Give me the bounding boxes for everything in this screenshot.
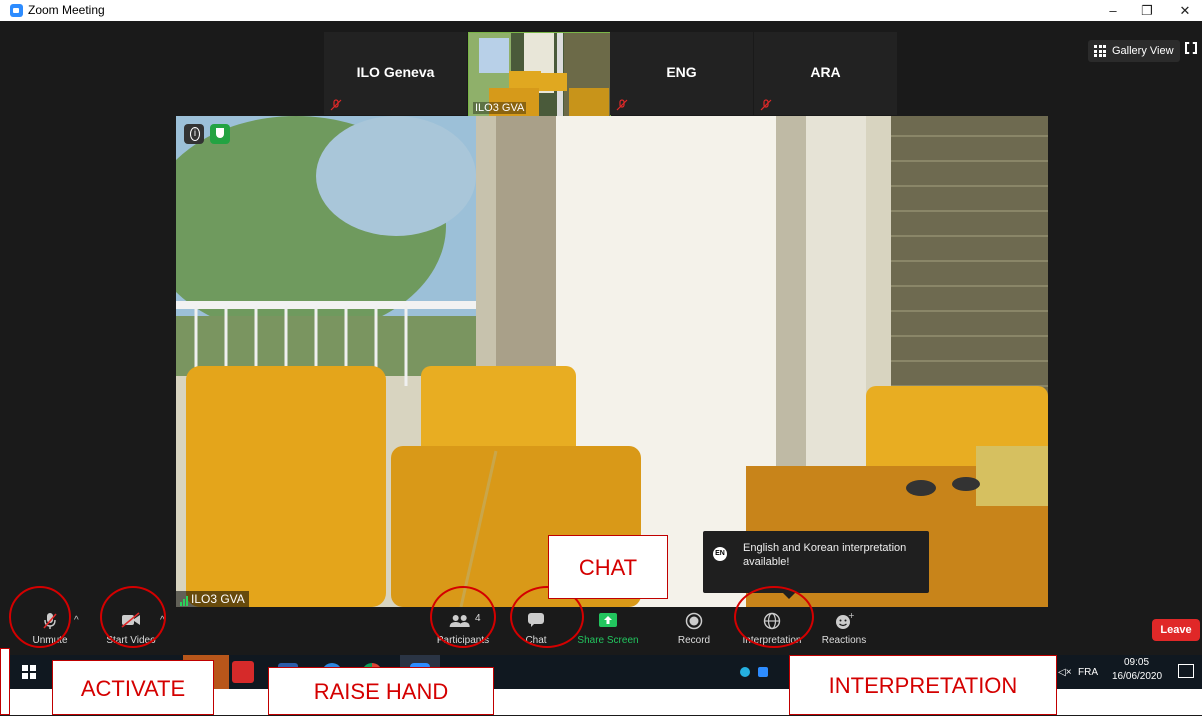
record-label: Record [677, 635, 711, 646]
callout-activate: ACTIVATE [52, 660, 214, 715]
participant-tile-eng[interactable]: ENG [610, 32, 753, 115]
zoom-app-icon [10, 4, 23, 17]
volume-muted-icon[interactable]: ◁× [1058, 667, 1072, 678]
title-bar: Zoom Meeting – ❐ ✕ [0, 0, 1202, 21]
share-screen-label: Share Screen [577, 635, 639, 646]
annotation-circle-interpretation [734, 586, 814, 648]
close-button[interactable]: ✕ [1170, 0, 1200, 21]
mic-muted-icon [760, 99, 772, 111]
participant-name: ILO3 GVA [473, 102, 527, 114]
speaker-name-label: ILO3 GVA [176, 591, 249, 607]
participant-name: ENG [666, 64, 697, 80]
callout-raise-hand: RAISE HAND [268, 667, 494, 715]
annotation-circle-unmute [9, 586, 71, 648]
speaker-name: ILO3 GVA [191, 592, 245, 606]
signal-strength-icon [180, 592, 189, 606]
restore-button[interactable]: ❐ [1132, 0, 1162, 21]
mic-muted-icon [616, 99, 628, 111]
svg-text:+: + [848, 612, 854, 620]
participant-name: ARA [810, 64, 841, 80]
share-screen-icon [599, 613, 617, 627]
windows-start-icon[interactable] [22, 665, 36, 679]
notification-icon[interactable] [1178, 664, 1194, 678]
encryption-shield-icon[interactable] [210, 124, 230, 144]
reactions-icon: + [836, 612, 854, 629]
mic-muted-icon [330, 99, 342, 111]
leave-button[interactable]: Leave [1152, 619, 1200, 641]
grid-icon [1094, 45, 1106, 57]
callout-left-edge [0, 648, 10, 715]
reactions-button[interactable]: + Reactions [818, 607, 870, 648]
tray-status-icon[interactable] [740, 667, 750, 677]
record-icon [685, 612, 703, 630]
participant-tile-ilo-geneva[interactable]: ILO Geneva [324, 32, 467, 115]
callout-chat: CHAT [548, 535, 668, 599]
participant-tile-ilo3-gva[interactable]: ILO3 GVA [468, 32, 611, 117]
reactions-label: Reactions [821, 635, 867, 646]
callout-interpretation: INTERPRETATION [789, 655, 1057, 715]
record-button[interactable]: Record [672, 607, 716, 648]
meeting-info-icon[interactable] [184, 124, 204, 144]
interpretation-tooltip: EN English and Korean interpretation ava… [703, 531, 929, 599]
window-title: Zoom Meeting [28, 3, 105, 17]
tooltip-text: English and Korean interpretation availa… [743, 542, 907, 568]
annotation-circle-start-video [100, 586, 166, 648]
pdf-reader-icon[interactable] [232, 661, 254, 683]
participant-name: ILO Geneva [356, 64, 435, 80]
participant-tile-ara[interactable]: ARA [754, 32, 897, 115]
keyboard-language[interactable]: FRA [1078, 667, 1098, 678]
language-badge: EN [713, 547, 727, 561]
clock-time[interactable]: 09:05 [1124, 657, 1149, 668]
audio-options-chevron-icon[interactable]: ^ [74, 615, 79, 626]
tray-zoom-icon[interactable] [758, 667, 768, 677]
clock-date[interactable]: 16/06/2020 [1112, 671, 1162, 682]
minimize-button[interactable]: – [1098, 0, 1128, 21]
annotation-circle-participants [430, 586, 496, 648]
gallery-view-button[interactable]: Gallery View [1088, 40, 1180, 62]
gallery-view-label: Gallery View [1112, 45, 1174, 57]
